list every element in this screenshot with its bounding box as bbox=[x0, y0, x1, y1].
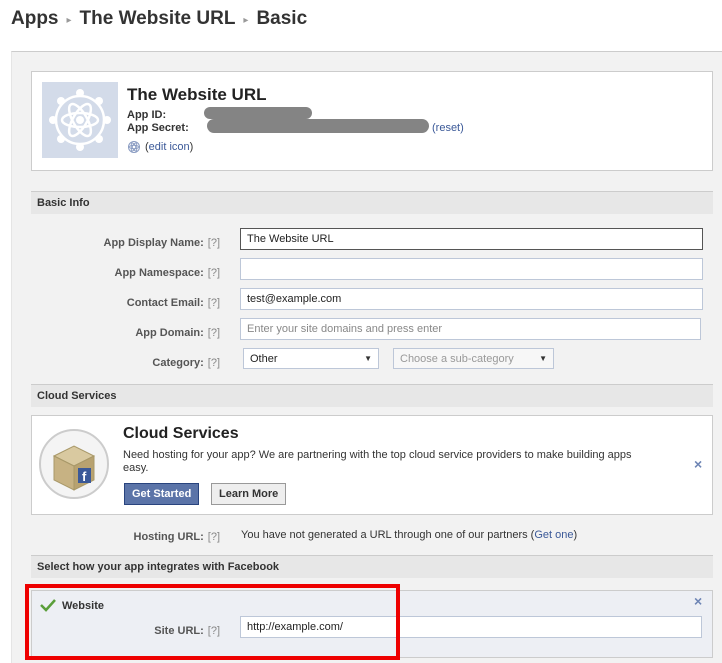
cloud-services-description: Need hosting for your app? We are partne… bbox=[123, 449, 632, 474]
app-secret-label: App Secret: bbox=[127, 122, 189, 134]
breadcrumb-app-name[interactable]: The Website URL bbox=[80, 8, 236, 30]
get-one-link[interactable]: Get one bbox=[534, 529, 573, 541]
namespace-label: App Namespace: [?] bbox=[114, 267, 221, 279]
app-id-label: App ID: bbox=[127, 109, 167, 121]
learn-more-button[interactable]: Learn More bbox=[211, 483, 287, 505]
redacted-app-secret bbox=[207, 119, 429, 133]
edit-icon-row: (edit icon) bbox=[127, 140, 193, 154]
reset-secret-link[interactable]: (reset) bbox=[432, 122, 464, 134]
help-link[interactable]: [?] bbox=[208, 327, 220, 339]
site-url-input[interactable]: http://example.com/ bbox=[240, 616, 702, 638]
redacted-app-id bbox=[204, 107, 312, 119]
app-domain-input[interactable]: Enter your site domains and press enter bbox=[240, 318, 701, 340]
site-url-label: Site URL: [?] bbox=[154, 625, 220, 637]
website-title: Website bbox=[62, 600, 104, 612]
app-domain-label: App Domain: [?] bbox=[135, 327, 220, 339]
app-thumbnail bbox=[42, 82, 118, 158]
chevron-down-icon: ▼ bbox=[364, 354, 372, 363]
close-icon[interactable]: × bbox=[694, 593, 702, 609]
subcategory-select[interactable]: Choose a sub-category ▼ bbox=[393, 348, 554, 369]
breadcrumb: Apps ▸ The Website URL ▸ Basic bbox=[11, 8, 307, 30]
chevron-down-icon: ▼ bbox=[539, 354, 547, 363]
help-link[interactable]: [?] bbox=[208, 531, 220, 543]
small-atom-icon bbox=[128, 141, 140, 153]
namespace-input[interactable] bbox=[240, 258, 703, 280]
integrations-header: Select how your app integrates with Face… bbox=[31, 555, 713, 578]
checkmark-icon bbox=[40, 599, 56, 612]
app-name: The Website URL bbox=[127, 85, 267, 104]
close-icon[interactable]: × bbox=[694, 456, 702, 472]
cloud-box-icon: f bbox=[39, 429, 109, 499]
get-started-button[interactable]: Get Started bbox=[124, 483, 200, 505]
app-summary-card: The Website URL App ID: App Secret: (res… bbox=[31, 71, 713, 171]
contact-email-label: Contact Email: [?] bbox=[126, 297, 220, 309]
breadcrumb-current: Basic bbox=[256, 8, 308, 29]
atom-gear-icon bbox=[49, 89, 111, 151]
cloud-services-header: Cloud Services bbox=[31, 384, 713, 407]
hosting-url-text: You have not generated a URL through one… bbox=[241, 529, 578, 541]
paren-close: ) bbox=[189, 141, 194, 153]
contact-email-input[interactable]: test@example.com bbox=[240, 288, 703, 310]
hosting-url-label: Hosting URL: [?] bbox=[133, 531, 221, 543]
cloud-services-box: f Cloud Services Need hosting for your a… bbox=[31, 415, 713, 515]
help-link[interactable]: [?] bbox=[208, 267, 220, 279]
svg-text:f: f bbox=[82, 469, 87, 484]
breadcrumb-separator-icon: ▸ bbox=[66, 14, 72, 26]
display-name-input[interactable]: The Website URL bbox=[240, 228, 703, 250]
help-link[interactable]: [?] bbox=[208, 297, 220, 309]
help-link[interactable]: [?] bbox=[208, 625, 220, 637]
edit-icon-link[interactable]: edit icon bbox=[149, 141, 190, 153]
cloud-services-title: Cloud Services bbox=[123, 425, 239, 442]
basic-info-header: Basic Info bbox=[31, 191, 713, 214]
breadcrumb-apps[interactable]: Apps bbox=[11, 8, 59, 30]
display-name-label: App Display Name: [?] bbox=[103, 237, 220, 249]
category-select[interactable]: Other ▼ bbox=[243, 348, 379, 369]
help-link[interactable]: [?] bbox=[208, 237, 220, 249]
breadcrumb-separator-icon: ▸ bbox=[243, 14, 249, 26]
help-link[interactable]: [?] bbox=[208, 357, 220, 369]
category-label: Category: [?] bbox=[152, 357, 220, 369]
